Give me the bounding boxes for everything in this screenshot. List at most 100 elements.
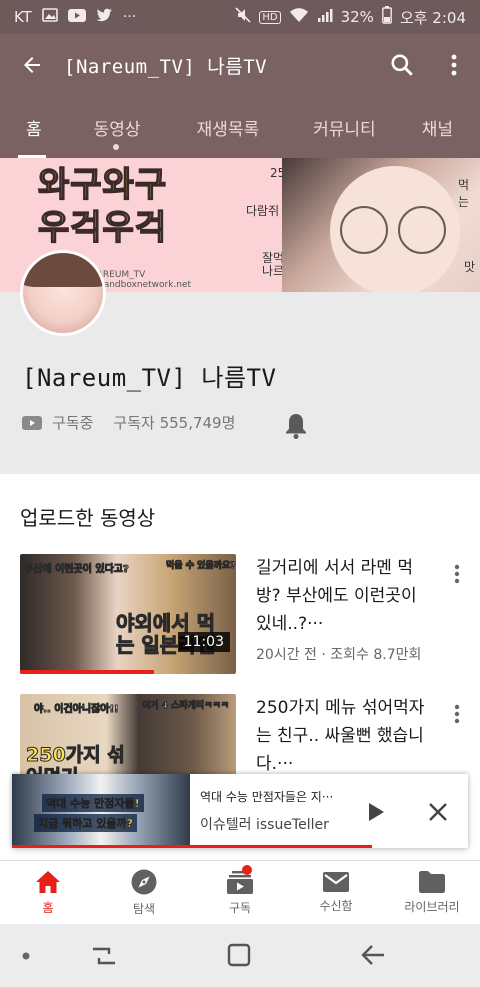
tab-community[interactable]: 커뮤니티 [287, 96, 402, 158]
page-title: [Nareum_TV] 나름TV [64, 55, 268, 78]
battery-icon [382, 6, 392, 28]
more-vert-icon [454, 704, 460, 724]
search-icon [391, 54, 413, 76]
system-back-button[interactable] [358, 940, 388, 970]
nav-label: 홈 [42, 901, 54, 915]
avatar [20, 250, 106, 336]
banner-headline: 와구와구 우걱우걱 [37, 164, 168, 249]
mini-player-title: 역대 수능 만점자들은 지··· [200, 790, 334, 804]
avatar-hair [23, 253, 103, 287]
more-options-button[interactable] [428, 34, 480, 96]
more-vert-icon [454, 564, 460, 584]
status-left: KT ··· [14, 8, 136, 26]
nav-home[interactable]: 홈 [0, 861, 96, 924]
recent-apps-button[interactable] [88, 942, 120, 970]
mini-close-button[interactable] [420, 794, 456, 830]
nav-library[interactable]: 라이브러리 [384, 861, 480, 924]
banner-line-2: 우걱우걱 [37, 207, 168, 248]
mini-thumb-caption: 지금 뭐하고 있을까? [34, 814, 137, 832]
banner-right-text-1: 먹는 [458, 178, 470, 209]
nav-explore[interactable]: 탐색 [96, 861, 192, 924]
mini-player-progress [12, 845, 373, 848]
watch-progress-bar [20, 670, 154, 674]
wifi-icon [289, 7, 309, 27]
youtube-notification-icon [67, 8, 86, 26]
channel-name: [Nareum_TV] 나름TV [22, 364, 277, 392]
hide-nav-dot-button[interactable] [20, 950, 32, 962]
tab-home[interactable]: 홈 [0, 96, 64, 158]
square-home-icon [227, 943, 251, 967]
gallery-notification-icon [42, 8, 58, 26]
nav-label: 탐색 [132, 902, 156, 916]
subscribed-label: 구독중 [52, 414, 94, 432]
video-menu-button[interactable] [446, 702, 468, 726]
carrier-label: KT [14, 8, 32, 26]
tab-label: 홈 [26, 119, 42, 140]
thumb-tag: 야.. 이건아니잖아!! [34, 704, 120, 716]
mini-play-button[interactable] [358, 794, 394, 830]
mini-player[interactable]: 역대 수능 만점자들! 지금 뭐하고 있을까? 역대 수능 만점자들은 지···… [12, 774, 468, 848]
nav-label: 수신함 [319, 899, 353, 913]
subscribed-button[interactable]: 구독중 [22, 412, 93, 433]
tab-label: 채널 [421, 119, 453, 140]
battery-percent: 32% [340, 8, 374, 26]
glasses-left [340, 206, 388, 254]
nav-label: 구독 [228, 901, 252, 915]
mini-player-channel: 이슈텔러 issueTeller [200, 817, 329, 833]
new-content-dot [113, 144, 120, 150]
tab-videos[interactable]: 동영상 [64, 96, 169, 158]
nav-subscriptions[interactable]: 구독 [192, 861, 288, 924]
banner-right-text-2: 맛 [464, 260, 476, 274]
video-menu-button[interactable] [446, 562, 468, 586]
more-vert-icon [451, 54, 457, 76]
tab-playlists[interactable]: 재생목록 [169, 96, 288, 158]
status-right: HD 32% 오후 2:04 [235, 6, 466, 28]
channel-tabs: 홈 동영상 재생목록 커뮤니티 채널 [0, 96, 480, 158]
home-icon [36, 871, 60, 893]
tab-label: 재생목록 [196, 119, 260, 140]
tab-label: 커뮤니티 [313, 119, 376, 140]
bell-icon [286, 414, 306, 439]
subscriber-count: 구독자 555,749명 [113, 414, 236, 432]
video-title[interactable]: 길거리에 서서 라멘 먹방? 부산에도 이런곳이 있네..?··· [256, 554, 436, 638]
video-thumbnail[interactable]: 부산에 이런곳이 있다고? 먹을 수 있을까요? 야외에서 먹는 일본라멘 11… [20, 554, 236, 674]
arrow-back-icon [24, 57, 40, 73]
system-navigation-bar [0, 924, 480, 987]
video-meta: 20시간 전 · 조회수 8.7만회 [256, 647, 422, 663]
nav-label: 라이브러리 [404, 900, 460, 914]
mini-thumb-caption: 역대 수능 만점자들! [42, 794, 144, 812]
thumb-tag: 이거 4 스파게티ㅋㅋㅋ [141, 701, 230, 712]
twitter-notification-icon [96, 8, 113, 26]
mute-icon [235, 7, 251, 27]
back-button[interactable] [0, 34, 64, 96]
notification-bell-button[interactable] [284, 412, 308, 444]
thumb-tag: 부산에 이런곳이 있다고? [24, 564, 130, 576]
banner-side-text-1: 다람쥐 [246, 204, 280, 218]
thumb-tag: 먹을 수 있을까요? [165, 561, 236, 572]
recent-apps-icon [93, 947, 115, 965]
new-subscription-badge [241, 865, 252, 875]
explore-icon [131, 869, 157, 895]
tab-channels[interactable]: 채널 [402, 96, 473, 158]
more-notifications-icon: ··· [122, 9, 137, 25]
signal-icon [317, 7, 333, 27]
clock: 오후 2:04 [399, 8, 466, 27]
library-icon [419, 871, 445, 893]
subscription-row: 구독중 구독자 555,749명 [22, 412, 235, 433]
back-chevron-icon [361, 945, 384, 965]
video-item[interactable]: 부산에 이런곳이 있다고? 먹을 수 있을까요? 야외에서 먹는 일본라멘 11… [0, 554, 480, 674]
status-bar: KT ··· HD 32% 오후 2:04 [0, 0, 480, 34]
bottom-navigation: 홈 탐색 구독 수신함 라이브러리 [0, 860, 480, 924]
mini-player-thumbnail[interactable]: 역대 수능 만점자들! 지금 뭐하고 있을까? [12, 774, 190, 848]
search-button[interactable] [376, 34, 428, 96]
nav-inbox[interactable]: 수신함 [288, 861, 384, 924]
dot-icon [22, 952, 30, 960]
play-icon [369, 803, 384, 821]
home-system-button[interactable] [224, 940, 254, 970]
banner-face [330, 166, 460, 292]
glasses-right [398, 206, 446, 254]
hd-voice-icon: HD [259, 10, 281, 24]
video-title[interactable]: 250가지 메뉴 섞어먹자는 친구.. 싸울뻔 했습니다.··· [256, 694, 436, 778]
tab-label: 동영상 [93, 119, 141, 140]
app-bar: [Nareum_TV] 나름TV [0, 34, 480, 96]
